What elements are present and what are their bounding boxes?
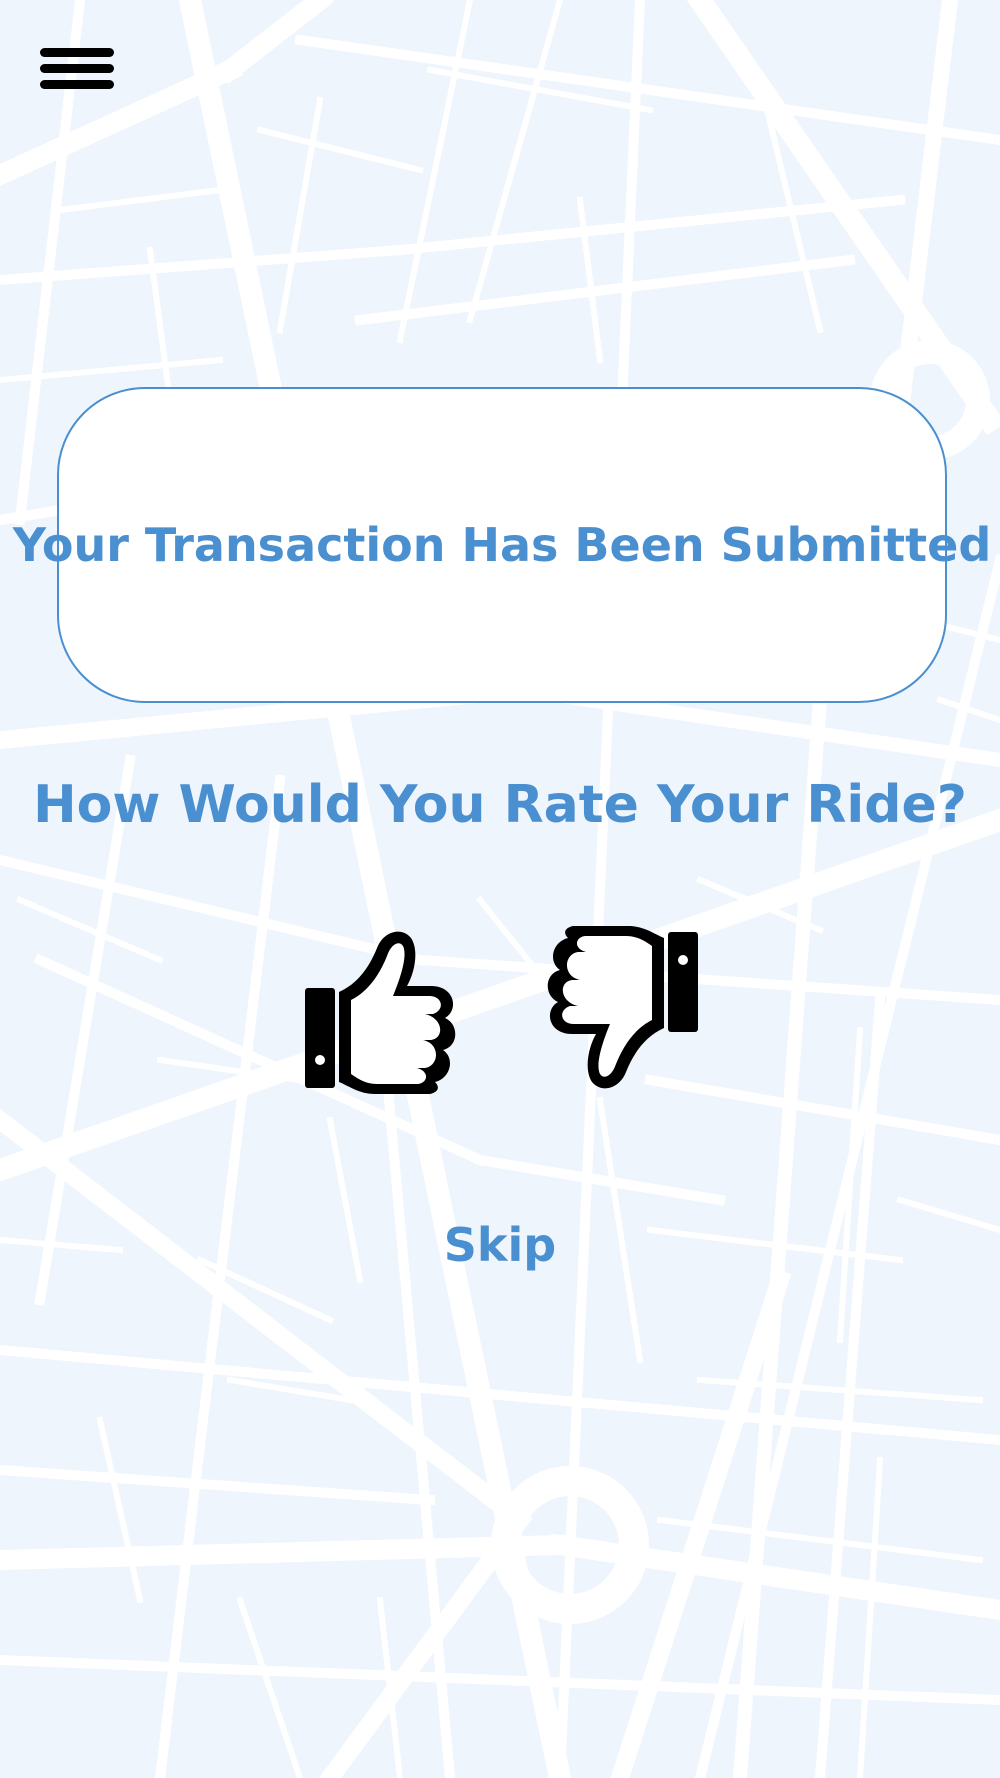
- transaction-confirmation-banner: Your Transaction Has Been Submitted: [13, 387, 991, 703]
- street-map-background: [0, 0, 1000, 1778]
- thumbs-down-icon: [547, 926, 698, 1089]
- thumbs-down-button[interactable]: [540, 926, 698, 1094]
- thumbs-up-icon: [305, 931, 456, 1094]
- menu-button[interactable]: [40, 46, 116, 102]
- hamburger-menu-icon: [40, 48, 114, 89]
- banner-message: Your Transaction Has Been Submitted: [12, 518, 992, 572]
- rating-prompt: How Would You Rate Your Ride?: [33, 775, 967, 835]
- thumbs-up-button[interactable]: [305, 926, 463, 1094]
- skip-link[interactable]: Skip: [0, 1218, 1000, 1272]
